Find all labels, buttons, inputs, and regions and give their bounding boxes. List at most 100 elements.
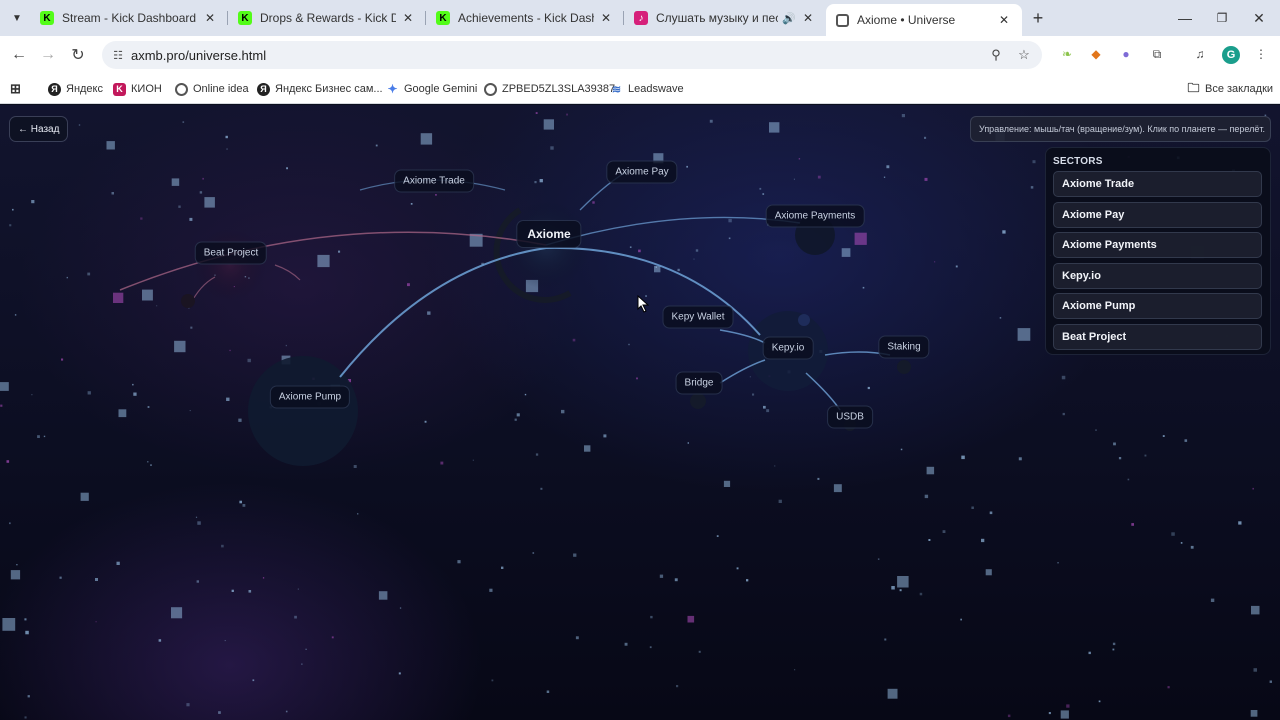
- back-arrow-icon[interactable]: ←: [8, 44, 30, 66]
- bookmark-google-gemini[interactable]: ✦ Google Gemini: [386, 80, 477, 98]
- tab-axiome-universe[interactable]: Axiome • Universe ✕: [826, 4, 1022, 36]
- url-text[interactable]: axmb.pro/universe.html: [131, 48, 266, 63]
- sector-item-axiome-trade[interactable]: Axiome Trade: [1053, 171, 1262, 197]
- star: [31, 394, 33, 396]
- star: [728, 218, 732, 223]
- close-window-button[interactable]: ✕: [1241, 6, 1277, 30]
- star: [1061, 375, 1066, 380]
- close-tab-icon[interactable]: ✕: [996, 12, 1012, 28]
- minimize-button[interactable]: —: [1167, 6, 1203, 30]
- star: [752, 393, 755, 396]
- star: [891, 586, 895, 590]
- planet-label-axiome[interactable]: Axiome: [516, 220, 582, 248]
- close-tab-icon[interactable]: ✕: [598, 10, 614, 26]
- star: [80, 492, 89, 501]
- address-bar[interactable]: ☷ axmb.pro/universe.html ⚲ ☆: [102, 41, 1042, 69]
- star: [202, 177, 204, 180]
- planet-axiome-pump[interactable]: [248, 356, 358, 466]
- star: [317, 254, 330, 268]
- planet-label-pay[interactable]: Axiome Pay: [606, 160, 678, 184]
- planet-label-staking[interactable]: Staking: [878, 335, 930, 359]
- tab-music[interactable]: ♪ Слушать музыку и песни онлайн 🔊 ✕: [624, 4, 826, 32]
- close-tab-icon[interactable]: ✕: [800, 10, 816, 26]
- speaker-icon[interactable]: 🔊: [782, 12, 796, 25]
- star: [189, 410, 191, 412]
- star: [900, 448, 903, 451]
- restore-button[interactable]: ❐: [1204, 6, 1240, 30]
- sector-item-axiome-pay[interactable]: Axiome Pay: [1053, 201, 1262, 228]
- star: [534, 181, 537, 184]
- zoom-icon[interactable]: ⚲: [988, 47, 1004, 63]
- profile-avatar[interactable]: G: [1222, 46, 1240, 64]
- planet-label-payments[interactable]: Axiome Payments: [765, 204, 865, 228]
- star: [1210, 598, 1215, 602]
- star: [778, 499, 782, 503]
- planet-label-beat[interactable]: Beat Project: [194, 241, 268, 265]
- star: [762, 193, 765, 195]
- close-tab-icon[interactable]: ✕: [400, 10, 416, 26]
- star: [716, 535, 719, 537]
- gemini-sparkle-icon: ✦: [387, 82, 398, 96]
- planet-label-bridge[interactable]: Bridge: [675, 371, 723, 395]
- back-button[interactable]: ← Назад: [9, 116, 69, 142]
- forward-arrow-icon[interactable]: →: [37, 44, 59, 66]
- tab-stream-dashboard[interactable]: K Stream - Kick Dashboard ✕: [30, 4, 228, 32]
- star: [435, 194, 437, 196]
- universe-scene[interactable]: Axiome Axiome Trade Axiome Pay Axiome Pa…: [0, 105, 1280, 720]
- bookmark-star-icon[interactable]: ☆: [1016, 47, 1032, 63]
- star: [262, 577, 265, 579]
- star: [31, 200, 35, 204]
- bookmark-yandex-business[interactable]: Я Яндекс Бизнес сам...: [257, 80, 383, 98]
- planet-label-kepy-wallet[interactable]: Kepy Wallet: [662, 305, 734, 329]
- all-bookmarks-folder[interactable]: 🗀 Все закладки: [1187, 80, 1273, 98]
- wave-icon: ≋: [611, 83, 622, 96]
- planet-label-usdb[interactable]: USDB: [827, 405, 873, 429]
- star: [766, 409, 770, 413]
- apps-grid-icon[interactable]: ⊞: [9, 80, 27, 98]
- sector-item-axiome-pump[interactable]: Axiome Pump: [1053, 293, 1262, 320]
- leaf-extension-icon[interactable]: ❧: [1058, 45, 1076, 63]
- star: [1180, 542, 1183, 544]
- reload-icon[interactable]: ↻: [67, 44, 89, 66]
- menu-kebab-icon[interactable]: ⋮: [1252, 45, 1270, 63]
- star: [1252, 487, 1254, 490]
- tab-search-button[interactable]: ▼: [6, 8, 28, 28]
- star: [1098, 700, 1101, 703]
- planet-label-kepy[interactable]: Kepy.io: [762, 336, 814, 360]
- bookmark-yandex[interactable]: Я Яндекс: [48, 80, 103, 98]
- star: [491, 679, 494, 682]
- site-info-icon[interactable]: ☷: [110, 47, 126, 63]
- bookmark-kion[interactable]: K КИОН: [113, 80, 162, 98]
- star: [749, 376, 751, 378]
- star: [899, 589, 902, 592]
- extensions-puzzle-icon[interactable]: ⧉: [1148, 45, 1166, 63]
- close-tab-icon[interactable]: ✕: [202, 10, 218, 26]
- wallet-extension-icon[interactable]: ●: [1117, 45, 1135, 63]
- star: [817, 175, 821, 179]
- bookmark-label: Все закладки: [1205, 83, 1274, 95]
- star: [540, 487, 543, 490]
- planet-label-trade[interactable]: Axiome Trade: [394, 169, 474, 193]
- media-control-icon[interactable]: ♫: [1191, 45, 1209, 63]
- tab-drops-rewards[interactable]: K Drops & Rewards - Kick Dashboard ✕: [228, 4, 426, 32]
- sector-item-axiome-payments[interactable]: Axiome Payments: [1053, 232, 1262, 259]
- bookmark-zpbed[interactable]: ZPBED5ZL3SLA39387: [484, 80, 615, 98]
- tab-title: Axiome • Universe: [857, 13, 956, 27]
- kick-logo-icon: K: [436, 11, 450, 25]
- star: [985, 569, 992, 576]
- metamask-extension-icon[interactable]: ◆: [1087, 45, 1105, 63]
- new-tab-button[interactable]: +: [1028, 8, 1048, 28]
- star: [43, 435, 46, 438]
- sector-item-beat-project[interactable]: Beat Project: [1053, 323, 1262, 350]
- planet-label-pump[interactable]: Axiome Pump: [269, 385, 351, 409]
- star: [884, 638, 887, 641]
- bookmark-online-idea[interactable]: Online idea: [175, 80, 249, 98]
- sector-item-kepy[interactable]: Kepy.io: [1053, 262, 1262, 289]
- star: [61, 358, 64, 361]
- star: [686, 165, 688, 168]
- star: [833, 484, 842, 493]
- bookmark-leadswave[interactable]: ≋ Leadswave: [610, 80, 684, 98]
- star: [1250, 710, 1258, 717]
- tab-achievements[interactable]: K Achievements - Kick Dashboard ✕: [426, 4, 624, 32]
- planet-beat-project[interactable]: [194, 229, 266, 301]
